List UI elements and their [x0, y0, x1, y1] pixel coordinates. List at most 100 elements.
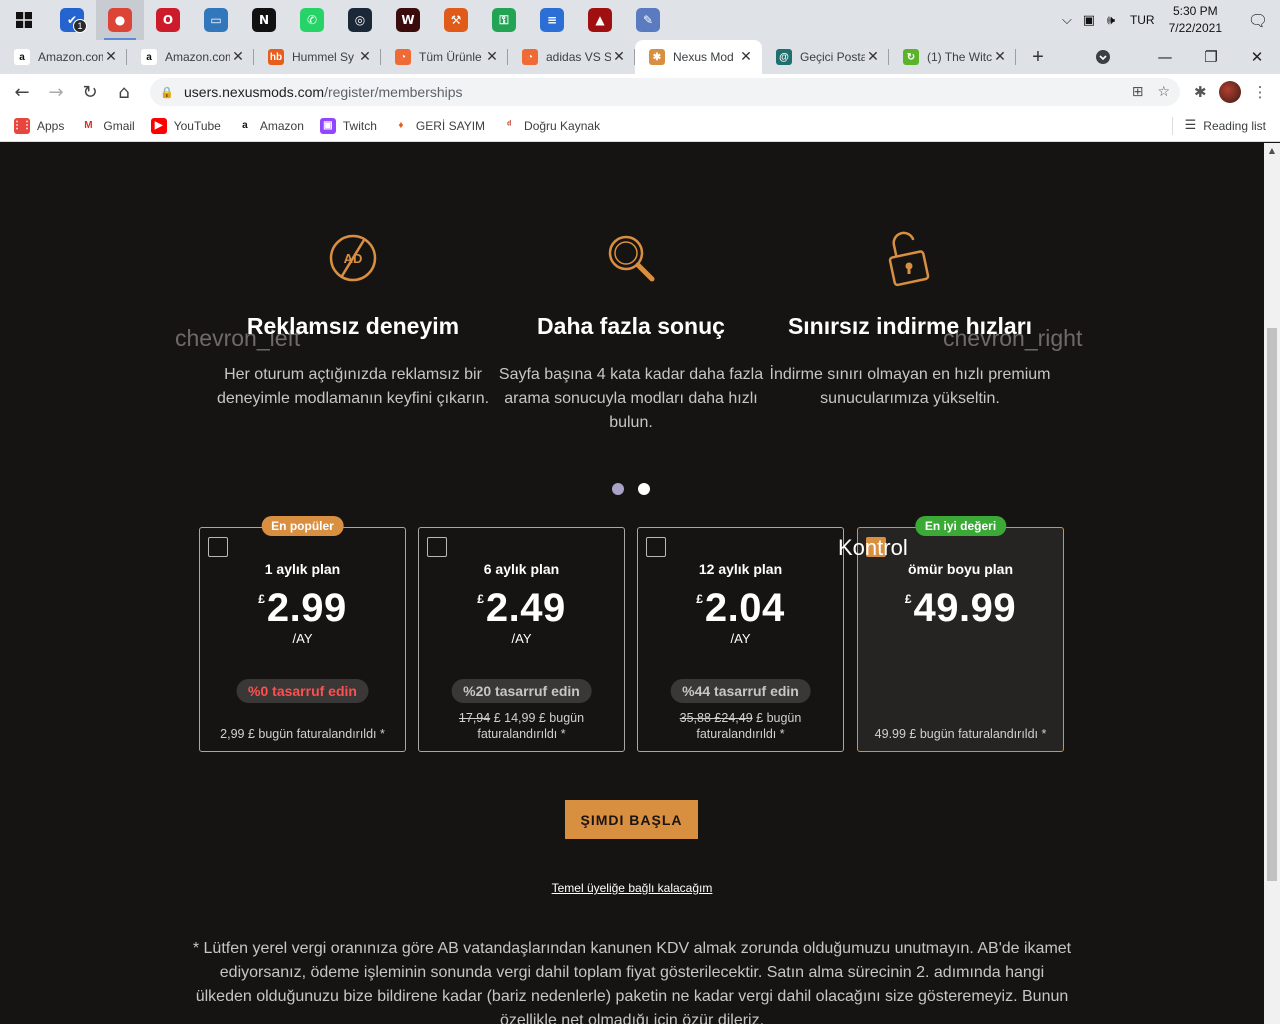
bookmark-label: GERİ SAYIM	[415, 118, 486, 133]
plan-card[interactable]: 6 aylık plan £2.49/AY %20 tasarruf edin 17,…	[418, 527, 625, 752]
carousel-dot-2[interactable]	[638, 483, 650, 495]
taskbar-app-docs[interactable]: ≡	[528, 0, 576, 40]
plan-name: 6 aylık plan	[483, 561, 560, 577]
tab-close-icon[interactable]: ✕	[738, 49, 754, 65]
new-tab-button[interactable]: +	[1022, 40, 1054, 74]
carousel-dot-1[interactable]	[612, 483, 624, 495]
plan-badge: En popüler	[261, 516, 344, 536]
language-indicator[interactable]: TUR	[1130, 13, 1155, 27]
bookmark-star-icon[interactable]: ☆	[1157, 84, 1170, 100]
bookmark-item[interactable]: ▶ YouTube	[150, 117, 221, 134]
tab-close-icon[interactable]: ✕	[865, 49, 881, 65]
tab-close-icon[interactable]: ✕	[230, 49, 246, 65]
plan-old-price: 35,88 £24,49	[679, 711, 753, 725]
network-icon[interactable]: ▣	[1078, 13, 1100, 28]
lock-icon[interactable]: 🔒	[160, 86, 174, 99]
taskbar-app-opera[interactable]: O	[144, 0, 192, 40]
minimize-button[interactable]: —	[1142, 40, 1188, 74]
plan-amount: 49.99	[913, 586, 1017, 630]
bookmark-item[interactable]: ♦ GERİ SAYIM	[392, 117, 486, 134]
bookmark-label: Twitch	[342, 118, 377, 133]
taskbar-app-witcher[interactable]: W	[384, 0, 432, 40]
taskbar-app-steam[interactable]: ◎	[336, 0, 384, 40]
tab-close-icon[interactable]: ✕	[992, 49, 1008, 65]
start-now-button[interactable]: ŞIMDI BAŞLA	[565, 800, 698, 839]
tool-icon: ⚒	[444, 8, 468, 32]
taskbar-app-game[interactable]: ▲	[576, 0, 624, 40]
windows-start-button[interactable]	[0, 0, 48, 40]
tab-close-icon[interactable]: ✕	[611, 49, 627, 65]
notification-center-icon[interactable]: 🗨	[1236, 11, 1280, 30]
browser-tab[interactable]: hb Hummel Sy ✕	[254, 40, 381, 74]
search-icon	[608, 235, 655, 282]
clock-date: 7/22/2021	[1168, 21, 1222, 35]
plan-checkbox[interactable]	[427, 537, 447, 557]
back-button[interactable]: ←	[6, 76, 38, 108]
plan-checkbox[interactable]	[208, 537, 228, 557]
plan-checkbox[interactable]	[646, 537, 666, 557]
translate-icon[interactable]: ⊞	[1132, 84, 1144, 100]
windows-logo-icon	[16, 12, 32, 28]
home-button[interactable]: ⌂	[108, 76, 140, 108]
tab-favicon-icon: a	[14, 49, 30, 65]
extensions-icon[interactable]: ✱	[1194, 83, 1207, 101]
plan-card[interactable]: 12 aylık plan £2.04/AY %44 tasarruf edin 35…	[637, 527, 844, 752]
docs-icon: ≡	[540, 8, 564, 32]
feature-text: İndirme sınırı olmayan en hızlı premium …	[769, 366, 1051, 407]
plan-name: 12 aylık plan	[698, 561, 783, 577]
taskbar-app-paint[interactable]: ✎	[624, 0, 672, 40]
profile-avatar[interactable]	[1218, 81, 1241, 103]
plan-card[interactable]: En popüler 1 aylık plan £2.99/AY %0 tasarru…	[199, 516, 406, 752]
bookmark-item[interactable]: ⋮⋮ Apps	[12, 117, 64, 134]
checkbox-label: Kontrol	[838, 535, 908, 560]
taskbar-app-notion[interactable]: N	[240, 0, 288, 40]
tab-close-icon[interactable]: ✕	[357, 49, 373, 65]
browser-tab-strip: a Amazon.com ✕ a Amazon.com ✕ hb Hummel Sy ✕ ◔ Tüm…	[0, 40, 1280, 74]
address-bar[interactable]: 🔒 users.nexusmods.com/register/membershi…	[150, 78, 1180, 106]
chevron-up-icon[interactable]: ⌵	[1056, 13, 1078, 28]
tab-close-icon[interactable]: ✕	[484, 49, 500, 65]
no-ads-icon: AD	[329, 234, 377, 282]
basic-membership-link-text[interactable]: Temel üyeliğe bağlı kalacağım	[552, 881, 713, 895]
feature-title: Daha fazla sonuç	[537, 313, 725, 339]
witcher-icon: W	[396, 8, 420, 32]
browser-tab[interactable]: ◔ adidas VS S ✕	[508, 40, 635, 74]
feature-text: Sayfa başına 4 kata kadar daha fazla ara…	[498, 366, 764, 431]
tab-title: (1) The Witc	[927, 50, 992, 64]
reading-list-button[interactable]: ☰ Reading list	[1171, 116, 1266, 135]
forward-button[interactable]: →	[40, 76, 72, 108]
bookmark-item[interactable]: ᵈ Doğru Kaynak	[501, 117, 600, 134]
browser-tab[interactable]: a Amazon.com ✕	[0, 40, 127, 74]
plan-amount: 2.04	[704, 586, 785, 630]
bookmark-item[interactable]: a Amazon	[236, 117, 304, 134]
reading-list-label: Reading list	[1203, 118, 1266, 133]
clock[interactable]: 5:30 PM 7/22/2021	[1169, 3, 1222, 37]
scroll-up-arrow[interactable]: ▲	[1264, 143, 1280, 159]
restore-button[interactable]: ❐	[1188, 40, 1234, 74]
taskbar-app-chrome[interactable]: ●	[96, 0, 144, 40]
tab-close-icon[interactable]: ✕	[103, 49, 119, 65]
taskbar-app-vpn[interactable]: ⚿	[480, 0, 528, 40]
taskbar-app-todo[interactable]: ✔ 1	[48, 0, 96, 40]
browser-tab[interactable]: ↻ (1) The Witc ✕	[889, 40, 1016, 74]
menu-icon[interactable]: ⋮	[1253, 83, 1268, 101]
bookmark-item[interactable]: ▣ Twitch	[319, 117, 377, 134]
scrollbar-thumb[interactable]	[1267, 328, 1277, 881]
close-window-button[interactable]: ✕	[1234, 40, 1280, 74]
volume-icon[interactable]: 🕪	[1100, 13, 1122, 28]
browser-tab[interactable]: a Amazon.com ✕	[127, 40, 254, 74]
browser-tab[interactable]: ✱ Nexus Mod ✕	[635, 40, 762, 74]
tab-search-button[interactable]	[1086, 40, 1120, 74]
plan-period: /AY	[730, 631, 751, 646]
tab-separator	[1015, 49, 1016, 65]
bookmarks-bar: ⋮⋮ Apps M Gmail ▶ YouTube a Amazon ▣ Twitch ♦ GERİ …	[0, 110, 1280, 142]
bookmark-icon: ▶	[150, 117, 167, 134]
bookmark-item[interactable]: M Gmail	[80, 117, 135, 134]
taskbar-app-pc[interactable]: ▭	[192, 0, 240, 40]
reload-button[interactable]: ↻	[74, 76, 106, 108]
taskbar-app-whatsapp[interactable]: ✆	[288, 0, 336, 40]
browser-tab[interactable]: @ Geçici Posta ✕	[762, 40, 889, 74]
taskbar-app-tool[interactable]: ⚒	[432, 0, 480, 40]
page-scrollbar[interactable]: ▲	[1264, 143, 1280, 1024]
browser-tab[interactable]: ◔ Tüm Ürünle ✕	[381, 40, 508, 74]
